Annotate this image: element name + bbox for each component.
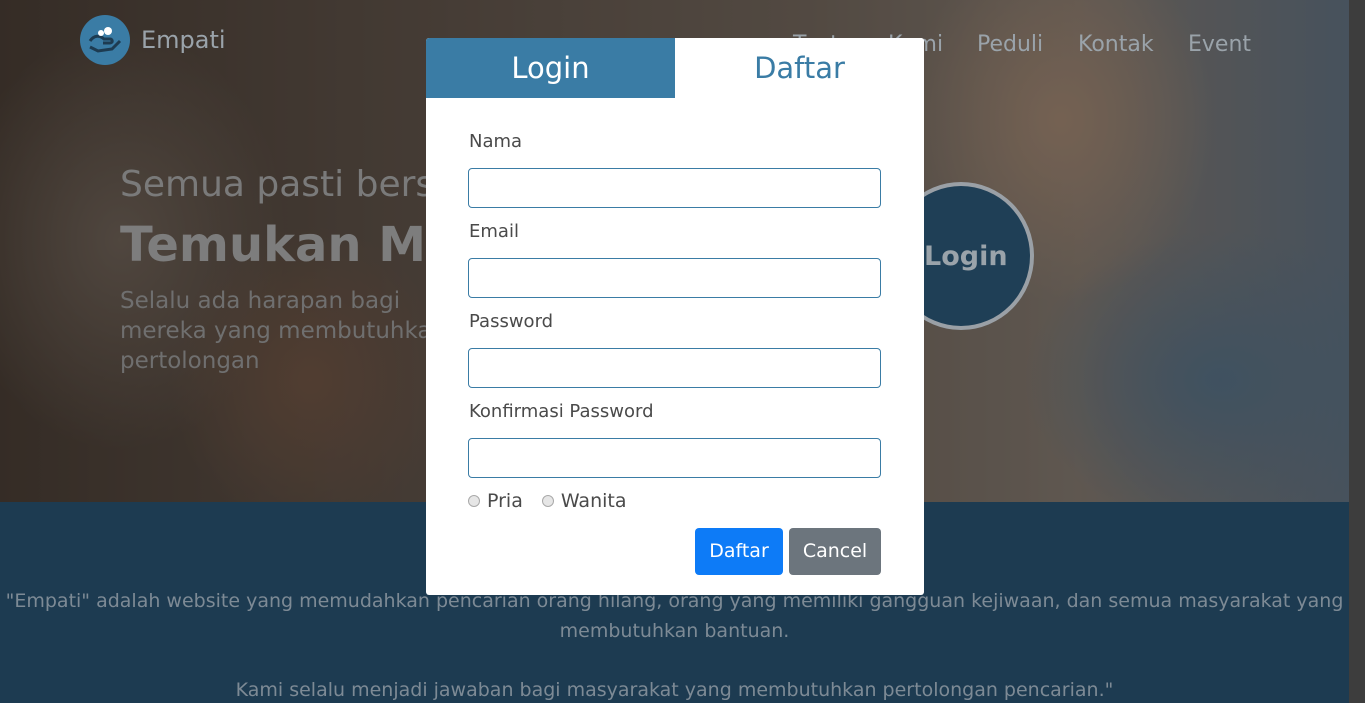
radio-pria[interactable] <box>468 495 480 507</box>
page-scrollbar[interactable] <box>1349 0 1365 703</box>
gender-radio-group: Pria Wanita <box>468 490 646 512</box>
nav-item-peduli[interactable]: Peduli <box>977 32 1043 57</box>
nav-item-event[interactable]: Event <box>1188 32 1251 57</box>
hero-description: Selalu ada harapan bagi mereka yang memb… <box>120 288 447 374</box>
about-paragraph-2: Kami selalu menjadi jawaban bagi masyara… <box>235 679 1114 701</box>
brand-name: Empati <box>141 26 226 54</box>
hero-login-label: Login <box>924 241 1008 272</box>
cancel-button[interactable]: Cancel <box>789 528 881 575</box>
email-input[interactable] <box>468 258 881 298</box>
konfirmasi-password-input[interactable] <box>468 438 881 478</box>
password-input[interactable] <box>468 348 881 388</box>
konfirmasi-password-label: Konfirmasi Password <box>469 401 654 422</box>
register-modal: Login Daftar Nama Email Password Konfirm… <box>426 38 924 595</box>
radio-wanita-label[interactable]: Wanita <box>561 490 627 512</box>
radio-wanita[interactable] <box>541 495 554 507</box>
email-label: Email <box>469 221 519 242</box>
password-label: Password <box>469 311 554 332</box>
brand[interactable]: Empati <box>80 15 226 65</box>
nama-input[interactable] <box>468 168 881 208</box>
nav-item-kontak[interactable]: Kontak <box>1078 32 1154 57</box>
radio-pria-label[interactable]: Pria <box>487 490 523 512</box>
about-paragraph-1: "Empati" adalah website yang memudahkan … <box>5 590 1344 642</box>
nama-label: Nama <box>469 131 523 152</box>
tab-login[interactable]: Login <box>426 38 675 98</box>
tab-daftar[interactable]: Daftar <box>675 38 924 98</box>
daftar-button[interactable]: Daftar <box>695 528 783 575</box>
hands-heart-icon <box>80 15 130 65</box>
